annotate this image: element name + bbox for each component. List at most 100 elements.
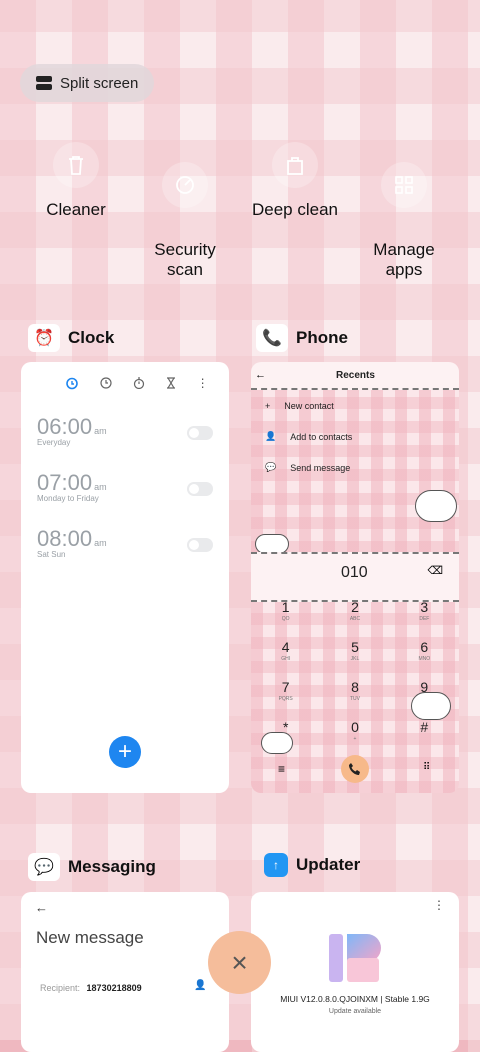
- key-digit: 6: [420, 639, 429, 655]
- dialed-number: 010: [341, 564, 368, 581]
- key-digit: 3: [420, 599, 429, 615]
- dial-key[interactable]: 2 ABC: [320, 598, 389, 632]
- close-icon: ×: [231, 946, 248, 978]
- phone-icon: [349, 763, 360, 775]
- updater-app-header: ↑ Updater: [264, 853, 360, 877]
- key-digit: 4: [281, 639, 290, 655]
- updater-app-card[interactable]: ⋮ MIUI V12.0.8.0.QJOINXM | Stable 1.9G U…: [251, 892, 459, 1052]
- menu-lines-icon[interactable]: ≡: [278, 762, 285, 776]
- menu-label: New contact: [284, 400, 334, 411]
- alarm-ampm: am: [94, 538, 107, 548]
- call-button[interactable]: [341, 755, 369, 783]
- alarm-toggle[interactable]: [187, 482, 213, 496]
- messaging-app-card[interactable]: ← New message Recipient: 18730218809 👤: [21, 892, 229, 1052]
- stopwatch-tab-icon[interactable]: [133, 377, 145, 389]
- bag-icon: [272, 142, 318, 188]
- alarm-time: 07:00: [37, 470, 93, 495]
- clock-app-card[interactable]: ⋮ 06:00 am Everyday 07:00 am Monday to Fri…: [21, 362, 229, 793]
- key-letters: JKL: [350, 656, 360, 662]
- key-letters: PQRS: [278, 696, 293, 702]
- recents-title: Recents: [336, 369, 375, 381]
- alarm-toggle[interactable]: [187, 426, 213, 440]
- cloud-decoration: [261, 732, 293, 754]
- key-digit: 2: [351, 599, 359, 615]
- updater-app-name: Updater: [296, 855, 361, 874]
- phone-app-card[interactable]: ← Recents + New contact 👤 Add to contacts …: [251, 362, 459, 793]
- message-icon: 💬: [265, 462, 277, 472]
- alarm-row[interactable]: 08:00 am Sat Sun: [21, 526, 229, 582]
- menu-send-message[interactable]: 💬 Send message: [251, 452, 459, 483]
- alarm-time: 06:00: [37, 414, 93, 439]
- new-message-title: New message: [36, 928, 144, 947]
- alarm-ampm: am: [94, 482, 107, 492]
- alarm-tab-icon[interactable]: [65, 376, 79, 390]
- key-digit: 7: [281, 679, 290, 695]
- cloud-decoration: [255, 534, 289, 554]
- dial-key[interactable]: 1 QO: [251, 598, 320, 632]
- dial-key[interactable]: 7 PQRS: [251, 678, 320, 712]
- menu-new-contact[interactable]: + New contact: [251, 390, 459, 421]
- dial-key[interactable]: 3 DEF: [390, 598, 459, 632]
- cloud-decoration: [415, 490, 457, 522]
- clock-app-name: Clock: [68, 328, 115, 347]
- dial-key[interactable]: #: [390, 718, 459, 752]
- backspace-icon[interactable]: ⌫: [427, 564, 443, 577]
- security-scan-label: Security scan: [154, 240, 216, 279]
- clock-tab-icon[interactable]: [100, 377, 112, 389]
- clock-tab-bar: ⋮: [21, 362, 229, 396]
- recipient-field[interactable]: Recipient: 18730218809: [40, 983, 142, 993]
- alarm-row[interactable]: 07:00 am Monday to Friday: [21, 470, 229, 526]
- add-alarm-button[interactable]: +: [109, 736, 141, 768]
- dial-key[interactable]: 5 JKL: [320, 638, 389, 672]
- dial-key[interactable]: 0 +: [320, 718, 389, 752]
- dial-key[interactable]: 4 GHI: [251, 638, 320, 672]
- menu-add-to-contacts[interactable]: 👤 Add to contacts: [251, 421, 459, 452]
- plus-icon: +: [265, 400, 271, 411]
- messaging-app-header: 💬 Messaging: [28, 853, 156, 881]
- more-options-icon[interactable]: ⋮: [433, 898, 445, 912]
- contact-picker-icon[interactable]: 👤: [194, 980, 206, 991]
- miui-version: MIUI V12.0.8.0.QJOINXM | Stable 1.9G: [280, 994, 430, 1004]
- key-letters: ABC: [349, 616, 361, 622]
- miui-12-logo: [329, 934, 381, 982]
- alarm-row[interactable]: 06:00 am Everyday: [21, 414, 229, 470]
- phone-app-header: 📞 Phone: [256, 324, 348, 352]
- key-letters: DEF: [419, 616, 430, 622]
- split-screen-label: Split screen: [60, 74, 139, 92]
- more-options-icon[interactable]: ⋮: [197, 376, 209, 390]
- dialed-number-bar: 010 ⌫: [251, 552, 459, 602]
- messaging-app-icon: 💬: [28, 853, 60, 881]
- manage-apps-label: Manage apps: [373, 240, 435, 279]
- key-digit: 8: [351, 679, 359, 695]
- menu-label: Send message: [290, 462, 351, 473]
- deep-clean-label: Deep clean: [251, 200, 338, 219]
- key-digit: 5: [351, 639, 359, 655]
- messaging-app-name: Messaging: [68, 857, 156, 876]
- menu-label: Add to contacts: [290, 431, 353, 442]
- recipient-label: Recipient:: [40, 983, 81, 993]
- split-screen-icon: [36, 76, 52, 90]
- dialpad-icon[interactable]: ⠿: [423, 762, 430, 773]
- recipient-value: 18730218809: [86, 983, 142, 993]
- dial-pad: 1 QO 2 ABC 3 DEF 4 GHI 5 JKL 6 MNO 7 PQRS 8 TUV …: [251, 598, 459, 752]
- timer-tab-icon[interactable]: [166, 377, 176, 389]
- key-letters: QO: [281, 616, 290, 622]
- alarm-toggle[interactable]: [187, 538, 213, 552]
- trash-icon: [53, 142, 99, 188]
- cleaner-label: Cleaner: [46, 200, 106, 219]
- clear-all-button[interactable]: ×: [208, 931, 271, 994]
- manage-apps-button[interactable]: Manage apps: [349, 142, 459, 300]
- update-status: Update available: [328, 1008, 382, 1015]
- dial-key[interactable]: 6 MNO: [390, 638, 459, 672]
- cleaner-button[interactable]: Cleaner: [21, 142, 131, 220]
- updater-app-icon: ↑: [264, 853, 288, 877]
- split-screen-button[interactable]: Split screen: [20, 64, 154, 102]
- phone-app-icon: 📞: [256, 324, 288, 352]
- clock-app-header: ⏰ Clock: [28, 324, 114, 352]
- dial-key[interactable]: 8 TUV: [320, 678, 389, 712]
- key-digit: 0: [351, 719, 359, 735]
- security-scan-button[interactable]: Security scan: [130, 142, 240, 300]
- deep-clean-button[interactable]: Deep clean: [240, 142, 350, 220]
- back-arrow-icon[interactable]: ←: [255, 369, 266, 381]
- back-arrow-icon[interactable]: ←: [35, 900, 48, 915]
